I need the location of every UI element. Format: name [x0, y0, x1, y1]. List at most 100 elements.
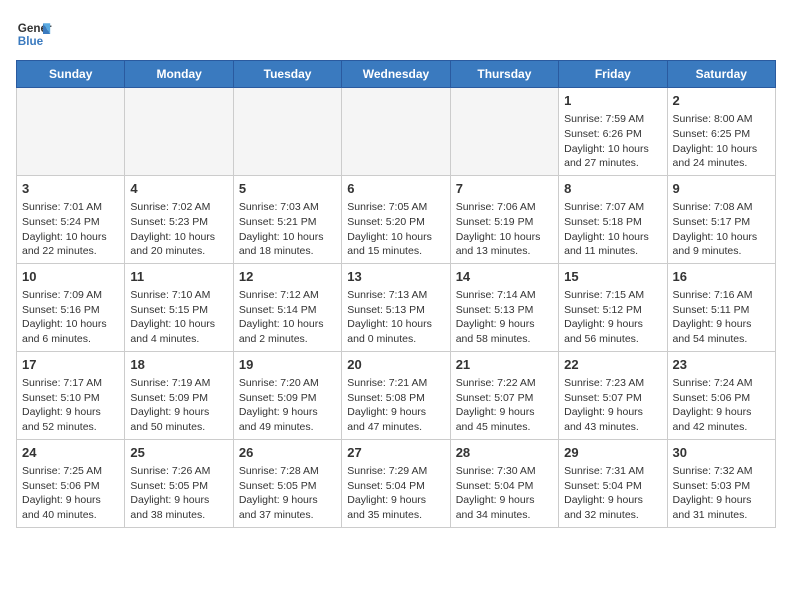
day-info: Sunrise: 7:06 AM Sunset: 5:19 PM Dayligh…	[456, 200, 553, 259]
day-number: 3	[22, 180, 119, 198]
day-number: 1	[564, 92, 661, 110]
day-info: Sunrise: 7:16 AM Sunset: 5:11 PM Dayligh…	[673, 288, 770, 347]
day-info: Sunrise: 7:12 AM Sunset: 5:14 PM Dayligh…	[239, 288, 336, 347]
calendar-day: 12 Sunrise: 7:12 AM Sunset: 5:14 PM Dayli…	[233, 263, 341, 351]
calendar-day	[450, 88, 558, 176]
day-number: 27	[347, 444, 444, 462]
day-info: Sunrise: 7:19 AM Sunset: 5:09 PM Dayligh…	[130, 376, 227, 435]
day-number: 5	[239, 180, 336, 198]
day-number: 20	[347, 356, 444, 374]
logo-icon: General Blue	[16, 16, 52, 52]
day-info: Sunrise: 7:28 AM Sunset: 5:05 PM Dayligh…	[239, 464, 336, 523]
day-number: 25	[130, 444, 227, 462]
calendar-day: 24 Sunrise: 7:25 AM Sunset: 5:06 PM Dayli…	[17, 439, 125, 527]
day-info: Sunrise: 7:14 AM Sunset: 5:13 PM Dayligh…	[456, 288, 553, 347]
calendar-week-1: 1 Sunrise: 7:59 AM Sunset: 6:26 PM Daylig…	[17, 88, 776, 176]
calendar-day: 28 Sunrise: 7:30 AM Sunset: 5:04 PM Dayli…	[450, 439, 558, 527]
day-number: 30	[673, 444, 770, 462]
calendar-day: 30 Sunrise: 7:32 AM Sunset: 5:03 PM Dayli…	[667, 439, 775, 527]
day-number: 26	[239, 444, 336, 462]
calendar-day: 7 Sunrise: 7:06 AM Sunset: 5:19 PM Daylig…	[450, 175, 558, 263]
calendar-day: 6 Sunrise: 7:05 AM Sunset: 5:20 PM Daylig…	[342, 175, 450, 263]
day-info: Sunrise: 7:20 AM Sunset: 5:09 PM Dayligh…	[239, 376, 336, 435]
day-number: 23	[673, 356, 770, 374]
day-info: Sunrise: 7:32 AM Sunset: 5:03 PM Dayligh…	[673, 464, 770, 523]
calendar-day: 9 Sunrise: 7:08 AM Sunset: 5:17 PM Daylig…	[667, 175, 775, 263]
day-info: Sunrise: 7:02 AM Sunset: 5:23 PM Dayligh…	[130, 200, 227, 259]
day-number: 11	[130, 268, 227, 286]
calendar-day: 29 Sunrise: 7:31 AM Sunset: 5:04 PM Dayli…	[559, 439, 667, 527]
calendar-day: 23Sunrise: 7:24 AM Sunset: 5:06 PM Dayli…	[667, 351, 775, 439]
calendar-day: 8 Sunrise: 7:07 AM Sunset: 5:18 PM Daylig…	[559, 175, 667, 263]
calendar-day: 2Sunrise: 8:00 AM Sunset: 6:25 PM Daylig…	[667, 88, 775, 176]
day-number: 9	[673, 180, 770, 198]
day-info: Sunrise: 7:09 AM Sunset: 5:16 PM Dayligh…	[22, 288, 119, 347]
day-header-monday: Monday	[125, 61, 233, 88]
day-number: 16	[673, 268, 770, 286]
calendar-day: 1 Sunrise: 7:59 AM Sunset: 6:26 PM Daylig…	[559, 88, 667, 176]
day-number: 22	[564, 356, 661, 374]
calendar-day	[342, 88, 450, 176]
day-info: Sunrise: 7:03 AM Sunset: 5:21 PM Dayligh…	[239, 200, 336, 259]
day-number: 7	[456, 180, 553, 198]
day-header-sunday: Sunday	[17, 61, 125, 88]
calendar-day: 3 Sunrise: 7:01 AM Sunset: 5:24 PM Daylig…	[17, 175, 125, 263]
day-header-saturday: Saturday	[667, 61, 775, 88]
calendar-header-row: SundayMondayTuesdayWednesdayThursdayFrid…	[17, 61, 776, 88]
day-info: Sunrise: 7:21 AM Sunset: 5:08 PM Dayligh…	[347, 376, 444, 435]
day-info: Sunrise: 7:05 AM Sunset: 5:20 PM Dayligh…	[347, 200, 444, 259]
day-info: Sunrise: 7:17 AM Sunset: 5:10 PM Dayligh…	[22, 376, 119, 435]
day-info: Sunrise: 7:25 AM Sunset: 5:06 PM Dayligh…	[22, 464, 119, 523]
day-info: Sunrise: 7:10 AM Sunset: 5:15 PM Dayligh…	[130, 288, 227, 347]
calendar-day	[233, 88, 341, 176]
logo: General Blue	[16, 16, 52, 52]
day-info: Sunrise: 7:08 AM Sunset: 5:17 PM Dayligh…	[673, 200, 770, 259]
day-number: 6	[347, 180, 444, 198]
calendar-table: SundayMondayTuesdayWednesdayThursdayFrid…	[16, 60, 776, 528]
calendar-day: 18Sunrise: 7:19 AM Sunset: 5:09 PM Dayli…	[125, 351, 233, 439]
day-info: Sunrise: 7:15 AM Sunset: 5:12 PM Dayligh…	[564, 288, 661, 347]
day-header-tuesday: Tuesday	[233, 61, 341, 88]
day-number: 17	[22, 356, 119, 374]
calendar-day: 10 Sunrise: 7:09 AM Sunset: 5:16 PM Dayli…	[17, 263, 125, 351]
day-number: 2	[673, 92, 770, 110]
calendar-day	[125, 88, 233, 176]
calendar-week-2: 3 Sunrise: 7:01 AM Sunset: 5:24 PM Daylig…	[17, 175, 776, 263]
day-number: 13	[347, 268, 444, 286]
calendar-day: 21Sunrise: 7:22 AM Sunset: 5:07 PM Dayli…	[450, 351, 558, 439]
day-number: 21	[456, 356, 553, 374]
day-number: 29	[564, 444, 661, 462]
day-info: Sunrise: 7:26 AM Sunset: 5:05 PM Dayligh…	[130, 464, 227, 523]
day-info: Sunrise: 7:29 AM Sunset: 5:04 PM Dayligh…	[347, 464, 444, 523]
calendar-day: 17 Sunrise: 7:17 AM Sunset: 5:10 PM Dayli…	[17, 351, 125, 439]
calendar-day: 15 Sunrise: 7:15 AM Sunset: 5:12 PM Dayli…	[559, 263, 667, 351]
day-header-wednesday: Wednesday	[342, 61, 450, 88]
calendar-day: 13 Sunrise: 7:13 AM Sunset: 5:13 PM Dayli…	[342, 263, 450, 351]
day-number: 10	[22, 268, 119, 286]
day-info: Sunrise: 7:30 AM Sunset: 5:04 PM Dayligh…	[456, 464, 553, 523]
calendar-week-5: 24 Sunrise: 7:25 AM Sunset: 5:06 PM Dayli…	[17, 439, 776, 527]
calendar-day: 4 Sunrise: 7:02 AM Sunset: 5:23 PM Daylig…	[125, 175, 233, 263]
calendar-week-3: 10 Sunrise: 7:09 AM Sunset: 5:16 PM Dayli…	[17, 263, 776, 351]
calendar-day	[17, 88, 125, 176]
day-number: 19	[239, 356, 336, 374]
day-info: Sunrise: 7:13 AM Sunset: 5:13 PM Dayligh…	[347, 288, 444, 347]
day-number: 24	[22, 444, 119, 462]
calendar-day: 5 Sunrise: 7:03 AM Sunset: 5:21 PM Daylig…	[233, 175, 341, 263]
calendar-day: 20 Sunrise: 7:21 AM Sunset: 5:08 PM Dayli…	[342, 351, 450, 439]
day-number: 12	[239, 268, 336, 286]
calendar-day: 25 Sunrise: 7:26 AM Sunset: 5:05 PM Dayli…	[125, 439, 233, 527]
day-number: 28	[456, 444, 553, 462]
day-info: Sunrise: 7:07 AM Sunset: 5:18 PM Dayligh…	[564, 200, 661, 259]
day-info: Sunrise: 7:59 AM Sunset: 6:26 PM Dayligh…	[564, 112, 661, 171]
calendar-day: 27 Sunrise: 7:29 AM Sunset: 5:04 PM Dayli…	[342, 439, 450, 527]
svg-text:Blue: Blue	[18, 35, 44, 48]
day-info: Sunrise: 7:23 AM Sunset: 5:07 PM Dayligh…	[564, 376, 661, 435]
day-info: Sunrise: 7:01 AM Sunset: 5:24 PM Dayligh…	[22, 200, 119, 259]
day-number: 4	[130, 180, 227, 198]
calendar-day: 22 Sunrise: 7:23 AM Sunset: 5:07 PM Dayli…	[559, 351, 667, 439]
day-number: 8	[564, 180, 661, 198]
calendar-day: 14Sunrise: 7:14 AM Sunset: 5:13 PM Dayli…	[450, 263, 558, 351]
day-number: 15	[564, 268, 661, 286]
day-info: Sunrise: 7:31 AM Sunset: 5:04 PM Dayligh…	[564, 464, 661, 523]
